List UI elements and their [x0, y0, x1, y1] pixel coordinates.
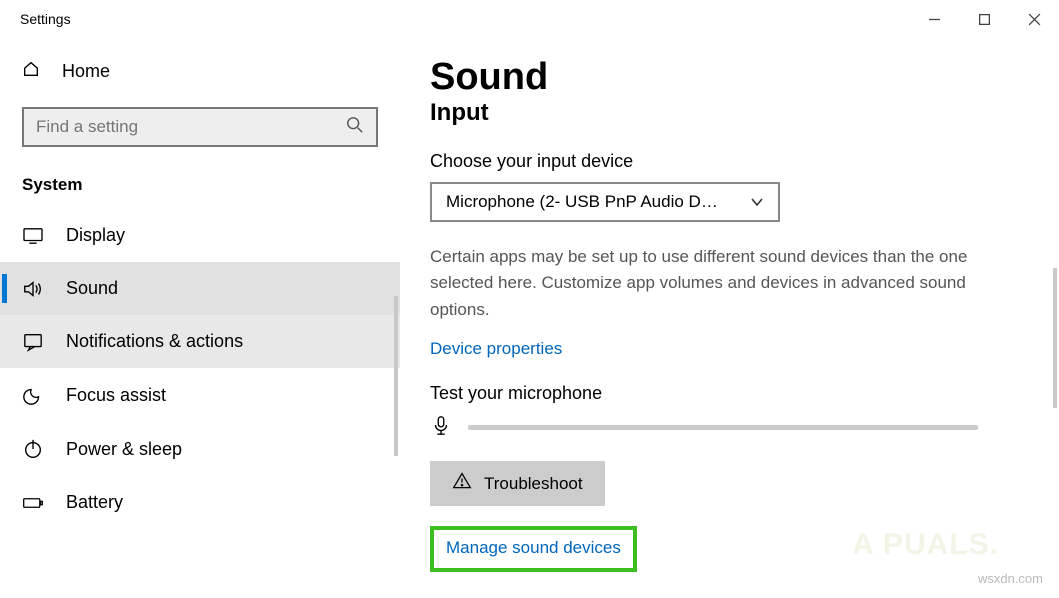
sidebar-item-display[interactable]: Display	[0, 209, 400, 262]
sound-icon	[22, 279, 44, 299]
nav-list: Display Sound Notifications & actions Fo…	[0, 209, 400, 529]
input-device-dropdown[interactable]: Microphone (2- USB PnP Audio D…	[430, 182, 780, 222]
sidebar-item-battery[interactable]: Battery	[0, 476, 400, 529]
maximize-button[interactable]	[959, 0, 1009, 38]
mic-level-bar	[468, 425, 978, 430]
sidebar-scrollbar[interactable]	[394, 296, 398, 456]
page-title: Sound	[430, 56, 1019, 99]
warning-icon	[452, 471, 472, 496]
display-icon	[22, 227, 44, 245]
sidebar: Home System Display Sound Notifications …	[0, 38, 400, 598]
input-device-label: Choose your input device	[430, 151, 1019, 172]
troubleshoot-button[interactable]: Troubleshoot	[430, 461, 605, 506]
notifications-icon	[22, 332, 44, 352]
content-area: Sound Input Choose your input device Mic…	[400, 38, 1059, 598]
section-heading-input: Input	[430, 99, 1019, 127]
window-title: Settings	[20, 11, 71, 27]
device-properties-link[interactable]: Device properties	[430, 339, 562, 359]
close-button[interactable]	[1009, 0, 1059, 38]
mic-level-row	[430, 414, 1019, 441]
battery-icon	[22, 495, 44, 511]
sidebar-item-power-sleep[interactable]: Power & sleep	[0, 422, 400, 476]
home-label: Home	[62, 61, 110, 82]
sidebar-item-label: Sound	[66, 278, 118, 299]
power-icon	[22, 438, 44, 460]
home-icon	[22, 60, 40, 83]
test-mic-label: Test your microphone	[430, 383, 1019, 404]
sidebar-item-focus-assist[interactable]: Focus assist	[0, 368, 400, 422]
help-text: Certain apps may be set up to use differ…	[430, 244, 990, 323]
troubleshoot-label: Troubleshoot	[484, 474, 583, 494]
sidebar-item-label: Focus assist	[66, 385, 166, 406]
focus-assist-icon	[22, 384, 44, 406]
minimize-button[interactable]	[909, 0, 959, 38]
content-scrollbar[interactable]	[1053, 268, 1057, 408]
home-button[interactable]: Home	[0, 46, 400, 97]
section-label-system: System	[0, 165, 400, 209]
sidebar-item-notifications[interactable]: Notifications & actions	[0, 315, 400, 368]
window-controls	[909, 0, 1059, 38]
input-device-value: Microphone (2- USB PnP Audio D…	[446, 192, 718, 212]
watermark-site: wsxdn.com	[978, 571, 1043, 586]
microphone-icon	[430, 414, 452, 441]
sidebar-item-label: Power & sleep	[66, 439, 182, 460]
sidebar-item-label: Battery	[66, 492, 123, 513]
sidebar-item-sound[interactable]: Sound	[0, 262, 400, 315]
search-icon	[346, 116, 364, 139]
manage-sound-devices-link[interactable]: Manage sound devices	[430, 526, 637, 572]
titlebar: Settings	[0, 0, 1059, 38]
sidebar-item-label: Display	[66, 225, 125, 246]
search-input[interactable]	[36, 117, 346, 137]
sidebar-item-label: Notifications & actions	[66, 331, 243, 352]
search-box[interactable]	[22, 107, 378, 147]
chevron-down-icon	[750, 192, 764, 212]
